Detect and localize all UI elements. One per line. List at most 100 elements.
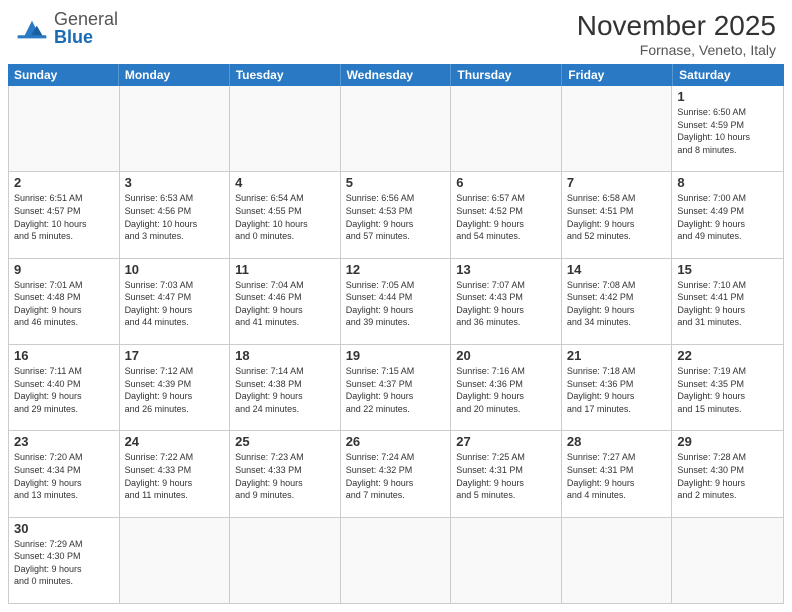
day-info: Sunrise: 7:29 AM Sunset: 4:30 PM Dayligh…	[14, 538, 114, 588]
day-info: Sunrise: 7:25 AM Sunset: 4:31 PM Dayligh…	[456, 451, 556, 501]
day-info: Sunrise: 6:57 AM Sunset: 4:52 PM Dayligh…	[456, 192, 556, 242]
day-number: 24	[125, 434, 225, 449]
calendar-header: SundayMondayTuesdayWednesdayThursdayFrid…	[8, 64, 784, 86]
calendar-cell: 16 Sunrise: 7:11 AM Sunset: 4:40 PM Dayli…	[9, 345, 120, 430]
day-info: Sunrise: 7:16 AM Sunset: 4:36 PM Dayligh…	[456, 365, 556, 415]
day-number: 1	[677, 89, 778, 104]
day-info: Sunrise: 6:54 AM Sunset: 4:55 PM Dayligh…	[235, 192, 335, 242]
calendar-cell	[120, 518, 231, 603]
title-area: November 2025 Fornase, Veneto, Italy	[577, 10, 776, 58]
calendar-cell: 25 Sunrise: 7:23 AM Sunset: 4:33 PM Dayli…	[230, 431, 341, 516]
calendar-cell	[562, 518, 673, 603]
calendar-cell: 26Sunrise: 7:24 AM Sunset: 4:32 PM Dayli…	[341, 431, 452, 516]
day-number: 15	[677, 262, 778, 277]
calendar-cell: 7 Sunrise: 6:58 AM Sunset: 4:51 PM Daylig…	[562, 172, 673, 257]
calendar-cell: 6 Sunrise: 6:57 AM Sunset: 4:52 PM Daylig…	[451, 172, 562, 257]
calendar-row-5: 30Sunrise: 7:29 AM Sunset: 4:30 PM Dayli…	[9, 518, 783, 603]
calendar-row-4: 23 Sunrise: 7:20 AM Sunset: 4:34 PM Dayli…	[9, 431, 783, 517]
logo-general-text: General	[54, 10, 118, 28]
day-number: 13	[456, 262, 556, 277]
logo-text: General Blue	[54, 10, 118, 46]
logo-area: General Blue	[16, 10, 118, 46]
calendar-cell	[451, 86, 562, 171]
day-number: 17	[125, 348, 225, 363]
calendar-cell: 29Sunrise: 7:28 AM Sunset: 4:30 PM Dayli…	[672, 431, 783, 516]
day-info: Sunrise: 7:19 AM Sunset: 4:35 PM Dayligh…	[677, 365, 778, 415]
calendar-cell: 19 Sunrise: 7:15 AM Sunset: 4:37 PM Dayli…	[341, 345, 452, 430]
day-info: Sunrise: 6:56 AM Sunset: 4:53 PM Dayligh…	[346, 192, 446, 242]
calendar-cell: 15Sunrise: 7:10 AM Sunset: 4:41 PM Dayli…	[672, 259, 783, 344]
calendar-cell	[9, 86, 120, 171]
day-number: 23	[14, 434, 114, 449]
day-info: Sunrise: 7:01 AM Sunset: 4:48 PM Dayligh…	[14, 279, 114, 329]
day-number: 4	[235, 175, 335, 190]
day-number: 11	[235, 262, 335, 277]
location-title: Fornase, Veneto, Italy	[577, 42, 776, 58]
calendar: SundayMondayTuesdayWednesdayThursdayFrid…	[0, 64, 792, 612]
calendar-cell	[451, 518, 562, 603]
calendar-cell: 1 Sunrise: 6:50 AM Sunset: 4:59 PM Daylig…	[672, 86, 783, 171]
calendar-cell	[562, 86, 673, 171]
calendar-cell: 4 Sunrise: 6:54 AM Sunset: 4:55 PM Daylig…	[230, 172, 341, 257]
calendar-cell: 23 Sunrise: 7:20 AM Sunset: 4:34 PM Dayli…	[9, 431, 120, 516]
day-number: 18	[235, 348, 335, 363]
day-number: 6	[456, 175, 556, 190]
day-number: 2	[14, 175, 114, 190]
calendar-cell	[341, 86, 452, 171]
day-number: 16	[14, 348, 114, 363]
day-number: 12	[346, 262, 446, 277]
weekday-header-monday: Monday	[119, 64, 230, 86]
day-info: Sunrise: 7:23 AM Sunset: 4:33 PM Dayligh…	[235, 451, 335, 501]
day-info: Sunrise: 6:58 AM Sunset: 4:51 PM Dayligh…	[567, 192, 667, 242]
calendar-cell: 28 Sunrise: 7:27 AM Sunset: 4:31 PM Dayli…	[562, 431, 673, 516]
day-info: Sunrise: 7:22 AM Sunset: 4:33 PM Dayligh…	[125, 451, 225, 501]
day-number: 28	[567, 434, 667, 449]
day-number: 7	[567, 175, 667, 190]
weekday-header-wednesday: Wednesday	[341, 64, 452, 86]
calendar-cell	[120, 86, 231, 171]
day-number: 29	[677, 434, 778, 449]
day-info: Sunrise: 6:51 AM Sunset: 4:57 PM Dayligh…	[14, 192, 114, 242]
weekday-header-saturday: Saturday	[673, 64, 784, 86]
calendar-cell	[230, 518, 341, 603]
page: General Blue November 2025 Fornase, Vene…	[0, 0, 792, 612]
calendar-cell: 27Sunrise: 7:25 AM Sunset: 4:31 PM Dayli…	[451, 431, 562, 516]
calendar-cell: 3Sunrise: 6:53 AM Sunset: 4:56 PM Daylig…	[120, 172, 231, 257]
calendar-cell: 12 Sunrise: 7:05 AM Sunset: 4:44 PM Dayli…	[341, 259, 452, 344]
day-number: 9	[14, 262, 114, 277]
calendar-cell: 10Sunrise: 7:03 AM Sunset: 4:47 PM Dayli…	[120, 259, 231, 344]
day-info: Sunrise: 7:15 AM Sunset: 4:37 PM Dayligh…	[346, 365, 446, 415]
calendar-cell: 18Sunrise: 7:14 AM Sunset: 4:38 PM Dayli…	[230, 345, 341, 430]
day-info: Sunrise: 7:27 AM Sunset: 4:31 PM Dayligh…	[567, 451, 667, 501]
calendar-cell: 5Sunrise: 6:56 AM Sunset: 4:53 PM Daylig…	[341, 172, 452, 257]
day-info: Sunrise: 7:05 AM Sunset: 4:44 PM Dayligh…	[346, 279, 446, 329]
day-info: Sunrise: 7:00 AM Sunset: 4:49 PM Dayligh…	[677, 192, 778, 242]
calendar-cell	[341, 518, 452, 603]
day-number: 19	[346, 348, 446, 363]
day-info: Sunrise: 7:11 AM Sunset: 4:40 PM Dayligh…	[14, 365, 114, 415]
day-number: 14	[567, 262, 667, 277]
day-info: Sunrise: 7:20 AM Sunset: 4:34 PM Dayligh…	[14, 451, 114, 501]
calendar-cell: 20Sunrise: 7:16 AM Sunset: 4:36 PM Dayli…	[451, 345, 562, 430]
calendar-cell	[230, 86, 341, 171]
calendar-cell: 24 Sunrise: 7:22 AM Sunset: 4:33 PM Dayli…	[120, 431, 231, 516]
calendar-cell: 22Sunrise: 7:19 AM Sunset: 4:35 PM Dayli…	[672, 345, 783, 430]
month-title: November 2025	[577, 10, 776, 42]
day-number: 3	[125, 175, 225, 190]
day-number: 25	[235, 434, 335, 449]
day-number: 8	[677, 175, 778, 190]
calendar-cell: 9 Sunrise: 7:01 AM Sunset: 4:48 PM Daylig…	[9, 259, 120, 344]
day-number: 26	[346, 434, 446, 449]
day-number: 21	[567, 348, 667, 363]
calendar-cell: 21 Sunrise: 7:18 AM Sunset: 4:36 PM Dayli…	[562, 345, 673, 430]
calendar-cell	[672, 518, 783, 603]
day-info: Sunrise: 7:18 AM Sunset: 4:36 PM Dayligh…	[567, 365, 667, 415]
header: General Blue November 2025 Fornase, Vene…	[0, 0, 792, 64]
calendar-row-2: 9 Sunrise: 7:01 AM Sunset: 4:48 PM Daylig…	[9, 259, 783, 345]
calendar-cell: 14 Sunrise: 7:08 AM Sunset: 4:42 PM Dayli…	[562, 259, 673, 344]
day-number: 10	[125, 262, 225, 277]
day-info: Sunrise: 7:08 AM Sunset: 4:42 PM Dayligh…	[567, 279, 667, 329]
day-info: Sunrise: 6:50 AM Sunset: 4:59 PM Dayligh…	[677, 106, 778, 156]
weekday-header-tuesday: Tuesday	[230, 64, 341, 86]
day-info: Sunrise: 7:04 AM Sunset: 4:46 PM Dayligh…	[235, 279, 335, 329]
